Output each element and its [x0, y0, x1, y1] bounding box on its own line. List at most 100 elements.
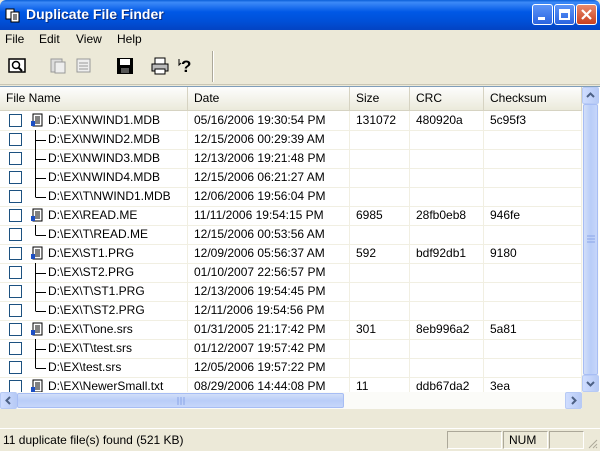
checksum-cell — [484, 339, 582, 358]
size-cell — [350, 130, 410, 149]
file-name: D:\EX\T\ST1.PRG — [48, 284, 145, 298]
table-row[interactable]: D:\EX\T\ST2.PRG 12/11/2006 19:54:56 PM — [0, 301, 582, 321]
crc-cell — [410, 225, 484, 244]
scroll-left-button[interactable] — [0, 392, 17, 409]
row-checkbox[interactable] — [9, 114, 22, 127]
scroll-down-button[interactable] — [582, 375, 599, 392]
file-name: D:\EX\test.srs — [48, 360, 122, 374]
document-icon — [31, 208, 43, 222]
column-file-name[interactable]: File Name — [0, 87, 188, 110]
crc-cell: bdf92db1 — [410, 244, 484, 263]
checksum-cell — [484, 282, 582, 301]
crc-cell — [410, 149, 484, 168]
menu-help[interactable]: Help — [117, 32, 142, 46]
minimize-button[interactable] — [532, 4, 553, 25]
date-cell: 11/11/2006 19:54:15 PM — [188, 206, 350, 225]
size-cell — [350, 187, 410, 206]
scroll-up-button[interactable] — [582, 87, 599, 104]
checksum-cell — [484, 225, 582, 244]
file-name: D:\EX\READ.ME — [48, 208, 138, 222]
size-cell: 592 — [350, 244, 410, 263]
table-row[interactable]: D:\EX\T\test.srs 01/12/2007 19:57:42 PM — [0, 339, 582, 359]
vertical-scroll-thumb[interactable] — [583, 104, 598, 375]
horizontal-scroll-thumb[interactable] — [17, 393, 344, 408]
crc-cell — [410, 358, 484, 377]
size-cell — [350, 168, 410, 187]
row-checkbox[interactable] — [9, 209, 22, 222]
table-row[interactable]: D:\EX\T\NWIND1.MDB 12/06/2006 19:56:04 PM — [0, 187, 582, 207]
table-row[interactable]: D:\EX\READ.ME 11/11/2006 19:54:15 PM 6985 2… — [0, 206, 582, 226]
date-cell: 12/13/2006 19:54:45 PM — [188, 282, 350, 301]
column-checksum[interactable]: Checksum — [484, 87, 582, 110]
table-row[interactable]: D:\EX\NWIND2.MDB 12/15/2006 00:29:39 AM — [0, 130, 582, 150]
list-header: File Name Date Size CRC Checksum — [0, 87, 582, 111]
file-name-cell: D:\EX\NWIND4.MDB — [0, 168, 188, 187]
checksum-cell — [484, 130, 582, 149]
file-name: D:\EX\NWIND4.MDB — [48, 170, 161, 184]
row-checkbox[interactable] — [9, 342, 22, 355]
scroll-right-button[interactable] — [565, 392, 582, 409]
menu-edit[interactable]: Edit — [39, 32, 60, 46]
row-checkbox[interactable] — [9, 323, 22, 336]
maximize-button[interactable] — [554, 4, 575, 25]
status-panel-empty — [447, 431, 502, 449]
help-icon[interactable]: ? — [177, 56, 197, 76]
column-size[interactable]: Size — [350, 87, 410, 110]
table-row[interactable]: D:\EX\NWIND4.MDB 12/15/2006 06:21:27 AM — [0, 168, 582, 188]
checksum-cell: 5c95f3 — [484, 111, 582, 130]
row-checkbox[interactable] — [9, 285, 22, 298]
horizontal-scrollbar[interactable] — [0, 392, 582, 409]
table-row[interactable]: D:\EX\T\ST1.PRG 12/13/2006 19:54:45 PM — [0, 282, 582, 302]
date-cell: 12/13/2006 19:21:48 PM — [188, 149, 350, 168]
table-row[interactable]: D:\EX\ST2.PRG 01/10/2007 22:56:57 PM — [0, 263, 582, 283]
row-checkbox[interactable] — [9, 361, 22, 374]
table-row[interactable]: D:\EX\T\READ.ME 12/15/2006 00:53:56 AM — [0, 225, 582, 245]
file-name-cell: D:\EX\T\ST2.PRG — [0, 301, 188, 320]
size-cell — [350, 263, 410, 282]
save-icon[interactable] — [115, 56, 135, 76]
list-icon[interactable] — [74, 56, 94, 76]
table-row[interactable]: D:\EX\ST1.PRG 12/09/2006 05:56:37 AM 592 bd… — [0, 244, 582, 264]
table-row[interactable]: D:\EX\NWIND3.MDB 12/13/2006 19:21:48 PM — [0, 149, 582, 169]
menu-view[interactable]: View — [76, 32, 102, 46]
row-checkbox[interactable] — [9, 247, 22, 260]
table-row[interactable]: D:\EX\T\one.srs 01/31/2005 21:17:42 PM 301… — [0, 320, 582, 340]
toolbar-separator — [212, 51, 214, 82]
checksum-cell — [484, 358, 582, 377]
row-checkbox[interactable] — [9, 171, 22, 184]
row-checkbox[interactable] — [9, 190, 22, 203]
resize-grip-icon[interactable] — [586, 437, 598, 449]
row-checkbox[interactable] — [9, 266, 22, 279]
row-checkbox[interactable] — [9, 228, 22, 241]
file-list[interactable]: File Name Date Size CRC Checksum D:\EX\N… — [0, 86, 600, 409]
crc-cell — [410, 301, 484, 320]
print-icon[interactable] — [150, 56, 170, 76]
crc-cell: 8eb996a2 — [410, 320, 484, 339]
status-text: 11 duplicate file(s) found (521 KB) — [3, 433, 184, 447]
crc-cell — [410, 339, 484, 358]
title-bar[interactable]: Duplicate File Finder — [0, 0, 600, 30]
size-cell — [350, 358, 410, 377]
file-name: D:\EX\NWIND2.MDB — [48, 132, 161, 146]
tree-branch-icon — [35, 130, 46, 149]
column-crc[interactable]: CRC — [410, 87, 484, 110]
column-date[interactable]: Date — [188, 87, 350, 110]
row-checkbox[interactable] — [9, 133, 22, 146]
crc-cell — [410, 168, 484, 187]
tree-branch-icon — [35, 149, 46, 168]
checksum-cell — [484, 263, 582, 282]
table-row[interactable]: D:\EX\test.srs 12/05/2006 19:57:22 PM — [0, 358, 582, 378]
vertical-scrollbar[interactable] — [582, 87, 599, 392]
tree-elbow-icon — [35, 187, 46, 198]
properties-icon[interactable] — [48, 56, 68, 76]
preview-icon[interactable] — [7, 56, 27, 76]
row-checkbox[interactable] — [9, 152, 22, 165]
crc-cell: 28fb0eb8 — [410, 206, 484, 225]
menu-file[interactable]: File — [5, 32, 24, 46]
row-checkbox[interactable] — [9, 304, 22, 317]
table-row[interactable]: D:\EX\NWIND1.MDB 05/16/2006 19:30:54 PM 13… — [0, 111, 582, 131]
size-cell — [350, 301, 410, 320]
crc-cell — [410, 282, 484, 301]
size-cell — [350, 339, 410, 358]
close-button[interactable] — [576, 4, 597, 25]
